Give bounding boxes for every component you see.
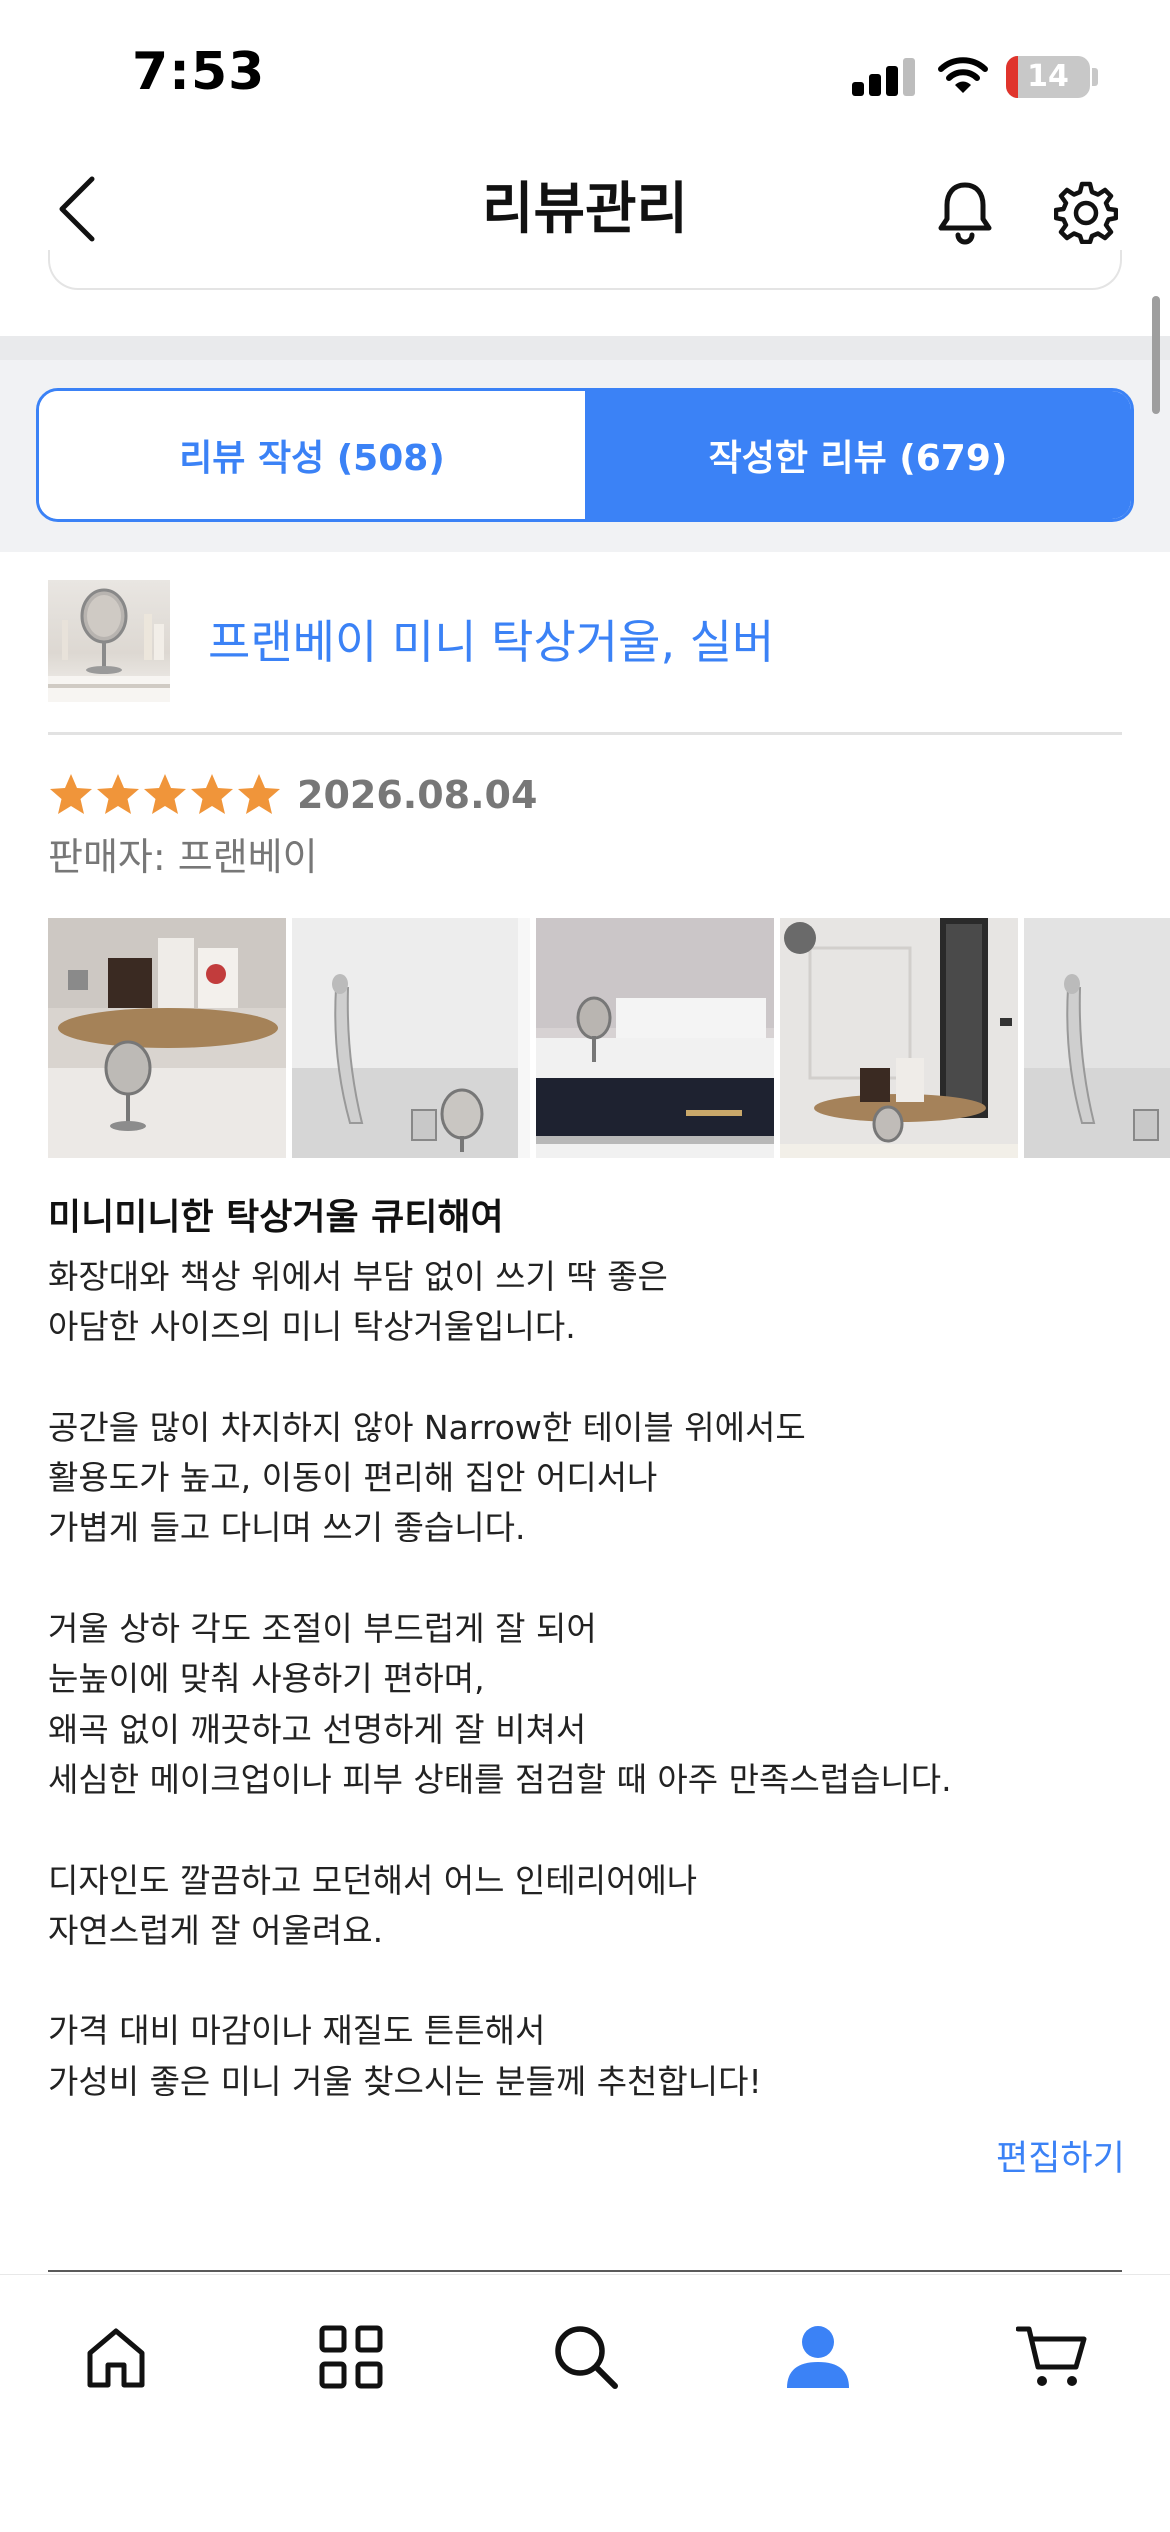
tab-write-review[interactable]: 리뷰 작성 (508) [39, 391, 585, 519]
review-body-line: 가성비 좋은 미니 거울 찾으시는 분들께 추천합니다! [48, 2061, 762, 2101]
review-body-line: 세심한 메이크업이나 피부 상태를 점검할 때 아주 만족스럽습니다. [48, 1759, 952, 1799]
wifi-icon [938, 54, 988, 96]
gear-icon [1054, 181, 1118, 244]
seller-name: 프랜베이 [177, 835, 318, 879]
divider [48, 732, 1122, 735]
divider [48, 2270, 1122, 2272]
edit-review-link[interactable]: 편집하기 [996, 2130, 1125, 2181]
profile-icon [787, 2326, 849, 2388]
review-title: 미니미니한 탁상거울 큐티해여 [48, 1197, 504, 1238]
product-thumbnail[interactable] [48, 580, 170, 702]
battery-cap [1092, 68, 1098, 86]
search-icon [555, 2326, 618, 2389]
star-rating [48, 772, 283, 818]
review-photo[interactable] [292, 918, 530, 1158]
review-body-line [48, 1554, 1122, 1604]
cart-icon [1016, 2326, 1087, 2386]
tabbar-search[interactable] [544, 2315, 628, 2399]
tabbar-categories[interactable] [309, 2315, 393, 2399]
review-photo[interactable] [48, 918, 286, 1158]
scroll-indicator[interactable] [1152, 296, 1160, 414]
review-body-line: 거울 상하 각도 조절이 부드럽게 잘 되어 [48, 1609, 597, 1649]
home-icon [87, 2328, 145, 2388]
review-body-line [48, 1805, 1122, 1855]
review-body-line: 가볍게 들고 다니며 쓰기 좋습니다. [48, 1508, 526, 1548]
review-body-line: 공간을 많이 차지하지 않아 Narrow한 테이블 위에서도 [48, 1407, 806, 1447]
star-icon [144, 774, 186, 814]
review-body-line: 디자인도 깔끔하고 모던해서 어느 인테리어에나 [48, 1860, 698, 1900]
collapsed-card-edge [48, 250, 1122, 290]
cellular-signal-icon [852, 58, 916, 96]
grid-icon [319, 2325, 383, 2389]
review-body-line: 자연스럽게 잘 어울려요. [48, 1910, 384, 1950]
battery-icon: 14 [1006, 56, 1090, 98]
review-body-line: 아담한 사이즈의 미니 탁상거울입니다. [48, 1307, 576, 1347]
seller-info: 판매자: 프랜베이 [48, 826, 318, 881]
rating-row: 2026.08.04 [48, 766, 537, 824]
status-bar: 7:53 14 [0, 0, 1170, 140]
review-body-line [48, 1956, 1122, 2006]
review-body-line [48, 1353, 1122, 1403]
review-photo[interactable] [1024, 918, 1170, 1158]
back-button[interactable] [40, 164, 112, 254]
review-body-line: 가격 대비 마감이나 재질도 튼튼해서 [48, 2011, 546, 2051]
review-body: 화장대와 책상 위에서 부담 없이 쓰기 딱 좋은아담한 사이즈의 미니 탁상거… [48, 1252, 1122, 2107]
review-photos [48, 918, 1170, 1158]
settings-button[interactable] [1046, 170, 1126, 254]
tabbar-home[interactable] [74, 2315, 158, 2399]
review-body-line: 눈높이에 맞춰 사용하기 편하며, [48, 1659, 485, 1699]
seller-label: 판매자: [48, 835, 178, 879]
star-icon [238, 774, 280, 814]
review-body-line: 활용도가 높고, 이동이 편리해 집안 어디서나 [48, 1458, 658, 1498]
bottom-tab-bar [0, 2274, 1170, 2532]
review-tabs: 리뷰 작성 (508) 작성한 리뷰 (679) [36, 388, 1134, 522]
section-separator [0, 336, 1170, 360]
review-body-line: 왜곡 없이 깨끗하고 선명하게 잘 비쳐서 [48, 1709, 587, 1749]
status-time: 7:53 [132, 42, 266, 102]
chevron-left-icon [59, 176, 95, 242]
battery-percent: 14 [1027, 59, 1069, 94]
notifications-button[interactable] [925, 170, 1005, 254]
bell-icon [938, 182, 992, 245]
product-name[interactable]: 프랜베이 미니 탁상거울, 실버 [208, 606, 774, 672]
review-photo[interactable] [536, 918, 774, 1158]
tabbar-my[interactable] [776, 2315, 860, 2399]
star-icon [97, 774, 139, 814]
tabbar-cart[interactable] [1010, 2315, 1094, 2399]
tab-written-reviews[interactable]: 작성한 리뷰 (679) [585, 391, 1131, 519]
review-body-line: 화장대와 책상 위에서 부담 없이 쓰기 딱 좋은 [48, 1257, 668, 1296]
review-date: 2026.08.04 [297, 773, 538, 817]
star-icon [191, 774, 233, 814]
review-photo[interactable] [780, 918, 1018, 1158]
product-row[interactable]: 프랜베이 미니 탁상거울, 실버 [48, 580, 1122, 732]
star-icon [50, 774, 92, 814]
